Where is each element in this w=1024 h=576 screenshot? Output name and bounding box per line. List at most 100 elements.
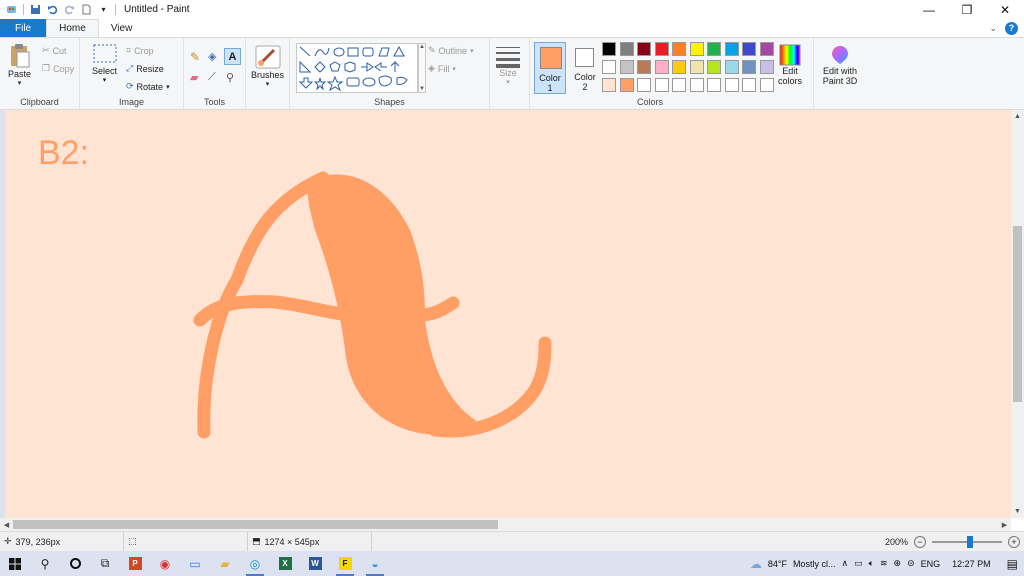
palette-swatch[interactable] xyxy=(672,42,686,56)
palette-swatch[interactable] xyxy=(637,60,651,74)
customize-quick-access-icon[interactable]: ▾ xyxy=(98,4,109,15)
vertical-scrollbar[interactable]: ▲ ▼ xyxy=(1011,110,1024,518)
cortana-button[interactable] xyxy=(60,551,90,576)
input-language[interactable]: ENG xyxy=(921,559,941,569)
volume-icon[interactable]: 🔈︎ xyxy=(869,558,874,569)
palette-swatch[interactable] xyxy=(689,42,704,56)
palette-swatch[interactable] xyxy=(637,42,651,56)
zoom-in-icon[interactable]: + xyxy=(1008,535,1020,548)
palette-swatch[interactable] xyxy=(619,60,634,74)
palette-swatch[interactable] xyxy=(619,78,634,92)
palette-swatch[interactable] xyxy=(742,78,756,92)
palette-swatch[interactable] xyxy=(759,60,774,74)
powerpoint-button[interactable]: P xyxy=(120,551,150,576)
notifications-icon[interactable]: ▤ xyxy=(1007,557,1018,571)
palette-swatch[interactable] xyxy=(759,78,774,92)
text-tool[interactable]: A xyxy=(224,48,241,65)
app-button-yellow[interactable]: F xyxy=(330,551,360,576)
color1-button[interactable]: Color 1 xyxy=(534,42,566,94)
palette-swatch[interactable] xyxy=(602,60,616,74)
fill-tool[interactable]: ◈ xyxy=(208,50,216,63)
edit-with-paint3d-button[interactable]: Edit with Paint 3D xyxy=(818,44,862,86)
tab-home[interactable]: Home xyxy=(46,19,99,37)
file-explorer-button[interactable]: ▰ xyxy=(210,551,240,576)
palette-swatch[interactable] xyxy=(637,78,651,92)
power-icon[interactable]: ⊝ xyxy=(907,558,915,569)
palette-swatch[interactable] xyxy=(724,42,739,56)
restore-button[interactable]: ❐ xyxy=(948,0,986,19)
zoom-slider-thumb[interactable] xyxy=(967,535,973,548)
search-button[interactable]: ⚲ xyxy=(30,551,60,576)
remote-desktop-button[interactable]: ▭ xyxy=(180,551,210,576)
palette-swatch[interactable] xyxy=(759,42,774,56)
minimize-button[interactable]: — xyxy=(910,0,948,19)
palette-swatch[interactable] xyxy=(742,42,756,56)
undo-icon[interactable] xyxy=(47,4,58,15)
palette-swatch[interactable] xyxy=(724,78,739,92)
horizontal-scroll-thumb[interactable] xyxy=(13,520,498,529)
palette-swatch[interactable] xyxy=(724,60,739,74)
show-hidden-icons-icon[interactable]: ∧ xyxy=(841,558,848,569)
pencil-tool[interactable]: ✎ xyxy=(190,50,200,64)
battery-icon[interactable]: ▭ xyxy=(854,558,863,569)
tab-view[interactable]: View xyxy=(99,19,145,37)
color-picker-tool[interactable]: ⟋ xyxy=(208,71,216,84)
palette-swatch[interactable] xyxy=(619,42,634,56)
palette-swatch[interactable] xyxy=(689,60,704,74)
paste-button[interactable]: Paste ▾ xyxy=(8,43,31,87)
weather-condition[interactable]: Mostly cl... xyxy=(793,559,836,569)
weather-temperature[interactable]: 84°F xyxy=(768,559,787,569)
wifi-icon[interactable]: ≋ xyxy=(880,558,888,569)
lock-icon[interactable]: ⊕ xyxy=(894,558,902,569)
palette-swatch[interactable] xyxy=(654,78,669,92)
save-icon[interactable] xyxy=(30,4,41,15)
outline-button[interactable]: ✎ Outline ▾ xyxy=(428,45,474,56)
select-button[interactable]: Select ▾ xyxy=(92,44,117,84)
palette-swatch[interactable] xyxy=(654,42,669,56)
zoom-slider[interactable] xyxy=(932,535,1002,548)
palette-swatch[interactable] xyxy=(707,60,721,74)
close-button[interactable]: ✕ xyxy=(986,0,1024,19)
clock[interactable]: 12:27 PM xyxy=(952,559,991,569)
weather-icon[interactable]: ☁ xyxy=(750,557,762,571)
palette-swatch[interactable] xyxy=(602,42,616,56)
cut-button[interactable]: ✂ Cut xyxy=(42,45,67,56)
word-button[interactable]: W xyxy=(300,551,330,576)
start-button[interactable] xyxy=(0,551,30,576)
drawing-canvas[interactable]: B2: xyxy=(5,110,1011,518)
fill-button[interactable]: ◈ Fill ▾ xyxy=(428,63,456,74)
help-icon[interactable]: ? xyxy=(1005,21,1018,35)
palette-swatch[interactable] xyxy=(672,60,686,74)
paint-app-icon[interactable] xyxy=(6,4,17,15)
vertical-scroll-thumb[interactable] xyxy=(1013,226,1022,402)
palette-swatch[interactable] xyxy=(689,78,704,92)
zoom-out-icon[interactable]: − xyxy=(914,535,926,548)
palette-swatch[interactable] xyxy=(707,42,721,56)
collapse-ribbon-icon[interactable]: ⌄ xyxy=(989,23,997,34)
task-view-button[interactable]: ⧉ xyxy=(90,551,120,576)
shapes-gallery[interactable] xyxy=(296,43,418,93)
palette-swatch[interactable] xyxy=(742,60,756,74)
paint-taskbar-button[interactable]: ◒ xyxy=(360,551,390,576)
palette-swatch[interactable] xyxy=(654,60,669,74)
scroll-right-icon[interactable]: ▶ xyxy=(998,518,1011,531)
horizontal-scrollbar[interactable]: ◀ ▶ xyxy=(0,518,1011,531)
scroll-up-icon[interactable]: ▲ xyxy=(1011,110,1024,123)
rotate-button[interactable]: ⟳ Rotate ▾ xyxy=(126,81,170,92)
palette-swatch[interactable] xyxy=(707,78,721,92)
redo-icon[interactable] xyxy=(64,4,75,15)
copy-button[interactable]: ❐ Copy xyxy=(42,63,74,74)
magnifier-tool[interactable]: ⚲ xyxy=(226,71,234,84)
resize-button[interactable]: ⤢ Resize xyxy=(126,63,164,74)
app-button-red[interactable]: ◉ xyxy=(150,551,180,576)
new-file-icon[interactable] xyxy=(81,4,92,15)
shapes-gallery-scroll[interactable]: ▲ ▼ xyxy=(418,43,426,93)
brushes-button[interactable]: Brushes ▾ xyxy=(251,44,284,88)
palette-swatch[interactable] xyxy=(602,78,616,92)
eraser-tool[interactable]: ▰ xyxy=(190,71,198,84)
palette-swatch[interactable] xyxy=(672,78,686,92)
scroll-down-icon[interactable]: ▼ xyxy=(1011,505,1024,518)
scroll-left-icon[interactable]: ◀ xyxy=(0,518,13,531)
excel-button[interactable]: X xyxy=(270,551,300,576)
size-button[interactable]: Size ▾ xyxy=(494,44,522,86)
